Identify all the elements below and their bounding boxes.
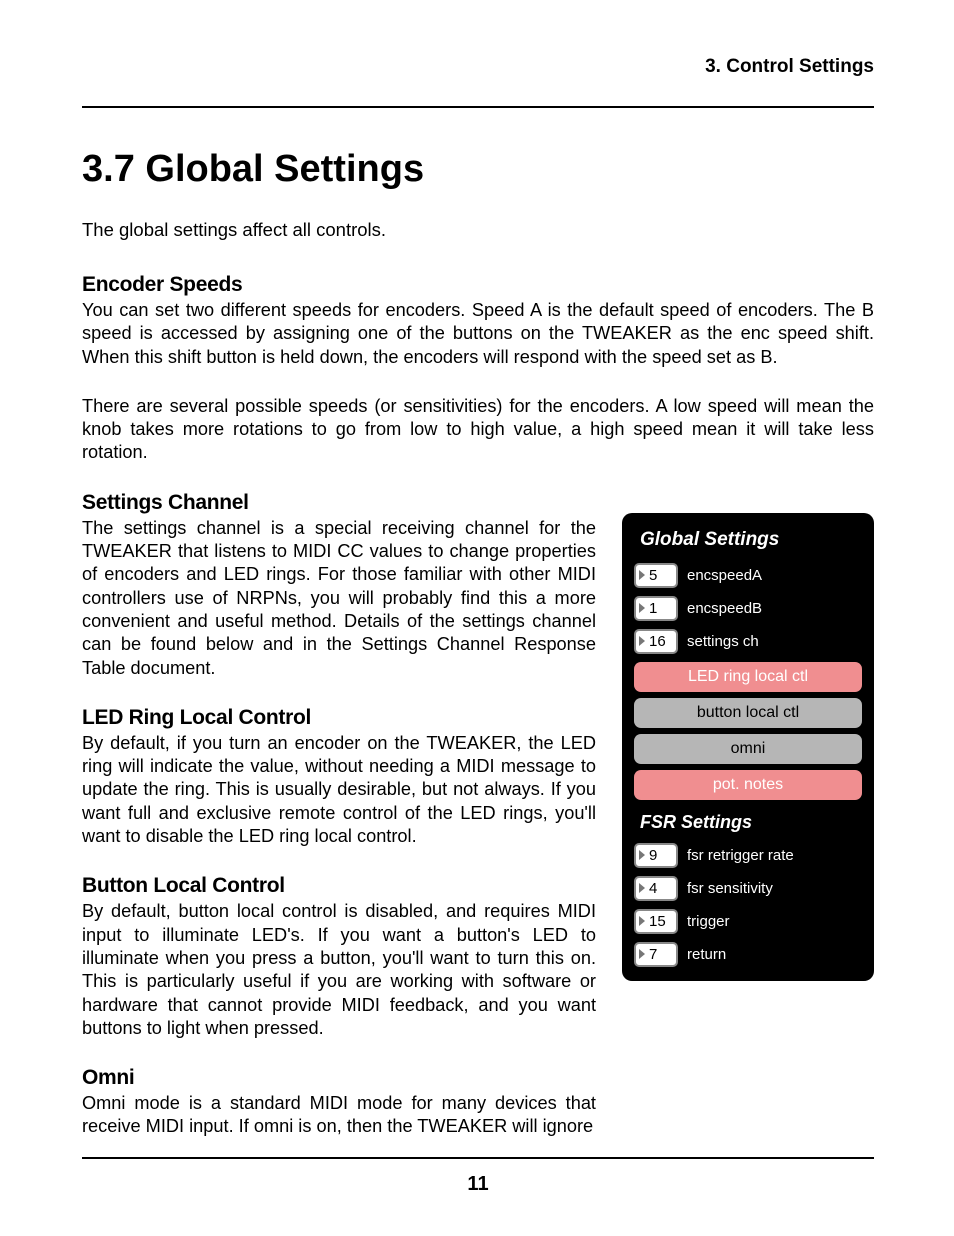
setting-row-return: 7 return	[634, 942, 862, 967]
encoder-speeds-head: Encoder Speeds	[82, 273, 874, 297]
intro-text: The global settings affect all controls.	[82, 219, 874, 241]
numbox-encspeedb[interactable]: 1	[634, 596, 678, 621]
page-header: 3. Control Settings	[82, 56, 874, 108]
led-ring-p: By default, if you turn an encoder on th…	[82, 732, 596, 848]
toggle-pot-notes[interactable]: pot. notes	[634, 770, 862, 800]
settings-channel-p: The settings channel is a special receiv…	[82, 517, 596, 680]
label-encspeedb: encspeedB	[687, 600, 762, 617]
led-ring-head: LED Ring Local Control	[82, 706, 596, 730]
label-settingsch: settings ch	[687, 633, 759, 650]
setting-row-fsr-retrigger: 9 fsr retrigger rate	[634, 843, 862, 868]
numbox-return[interactable]: 7	[634, 942, 678, 967]
button-local-head: Button Local Control	[82, 874, 596, 898]
setting-row-encspeeda: 5 encspeedA	[634, 563, 862, 588]
omni-head: Omni	[82, 1066, 596, 1090]
label-fsr-retrigger: fsr retrigger rate	[687, 847, 794, 864]
button-local-p: By default, button local control is disa…	[82, 900, 596, 1040]
toggle-led-ring-local[interactable]: LED ring local ctl	[634, 662, 862, 692]
setting-row-encspeedb: 1 encspeedB	[634, 596, 862, 621]
label-encspeeda: encspeedA	[687, 567, 762, 584]
toggle-omni[interactable]: omni	[634, 734, 862, 764]
numbox-fsr-retrigger[interactable]: 9	[634, 843, 678, 868]
toggle-button-local[interactable]: button local ctl	[634, 698, 862, 728]
encoder-speeds-p1: You can set two different speeds for enc…	[82, 299, 874, 369]
numbox-fsr-sensitivity[interactable]: 4	[634, 876, 678, 901]
panel-title: Global Settings	[640, 529, 862, 551]
numbox-settingsch[interactable]: 16	[634, 629, 678, 654]
numbox-trigger[interactable]: 15	[634, 909, 678, 934]
encoder-speeds-p2: There are several possible speeds (or se…	[82, 395, 874, 465]
page-number: 11	[82, 1157, 874, 1196]
settings-channel-head: Settings Channel	[82, 491, 596, 515]
global-settings-panel: Global Settings 5 encspeedA 1 encspeedB …	[622, 513, 874, 981]
label-trigger: trigger	[687, 913, 730, 930]
label-return: return	[687, 946, 726, 963]
setting-row-trigger: 15 trigger	[634, 909, 862, 934]
fsr-title: FSR Settings	[640, 812, 862, 833]
setting-row-settingsch: 16 settings ch	[634, 629, 862, 654]
omni-p: Omni mode is a standard MIDI mode for ma…	[82, 1092, 596, 1139]
setting-row-fsr-sensitivity: 4 fsr sensitivity	[634, 876, 862, 901]
numbox-encspeeda[interactable]: 5	[634, 563, 678, 588]
label-fsr-sensitivity: fsr sensitivity	[687, 880, 773, 897]
section-title: 3.7 Global Settings	[82, 148, 874, 191]
